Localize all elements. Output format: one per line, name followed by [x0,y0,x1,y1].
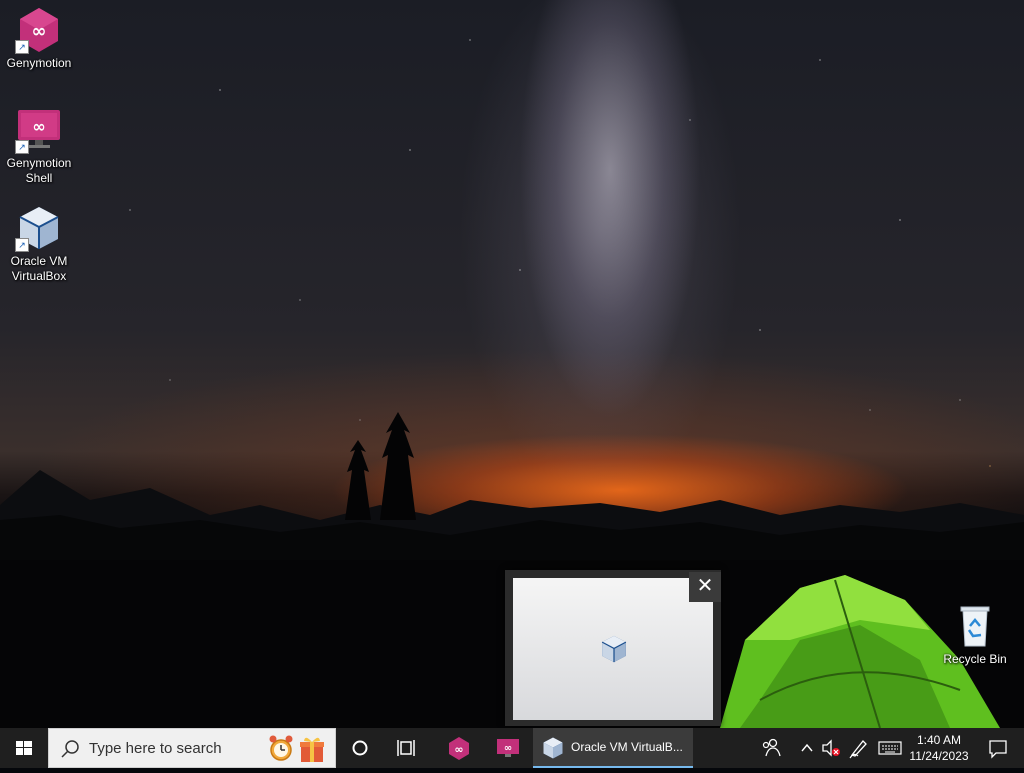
virtualbox-icon: ↗ [15,204,63,252]
people-button[interactable] [756,728,786,768]
taskbar-window-label: Oracle VM VirtualB... [571,740,683,754]
task-view-button[interactable] [384,728,432,768]
touch-keyboard-button[interactable] [876,728,904,768]
desktop-icon-label-line2: Shell [25,171,53,185]
close-icon: ✕ [696,575,714,597]
svg-text:∞: ∞ [32,117,45,136]
shortcut-arrow-icon: ↗ [15,140,29,154]
search-icon [61,740,79,758]
taskbar-genymotion-shell[interactable]: ∞ [484,728,532,768]
keyboard-icon [878,741,902,755]
desktop-icon-recycle-bin[interactable]: Recycle Bin [937,602,1013,667]
genymotion-shell-icon: ∞ ↗ [15,106,63,154]
taskbar-clock[interactable]: 1:40 AM 11/24/2023 [904,732,974,764]
genymotion-shell-icon: ∞ [497,739,519,757]
shortcut-arrow-icon: ↗ [15,40,29,54]
cortana-button[interactable] [336,728,384,768]
taskbar-virtualbox-window[interactable]: Oracle VM VirtualB... [533,728,693,768]
window-thumbnail[interactable] [513,578,713,720]
show-hidden-icons-button[interactable] [795,728,819,768]
taskbar-search-box[interactable]: Type here to search [48,728,336,768]
desktop-icon-label: Recycle Bin [943,652,1007,666]
taskbar: Type here to search ∞ ∞ Oracle VM Virtua… [0,728,1024,768]
people-icon [762,738,781,757]
recycle-bin-icon [951,602,999,650]
alarm-clock-icon [269,735,293,761]
clock-time: 1:40 AM [916,733,962,747]
svg-text:∞: ∞ [454,743,463,756]
genymotion-icon: ∞ ↗ [15,6,63,54]
desktop-icon-label: Genymotion [6,56,72,70]
preview-close-button[interactable]: ✕ [689,572,721,602]
pen-icon [849,740,867,759]
desktop-icon-label-line1: Genymotion [6,156,72,170]
desktop-icon-genymotion-shell[interactable]: ∞ ↗ Genymotion Shell [1,106,77,186]
desktop-icon-oracle-vm-virtualbox[interactable]: ↗ Oracle VM VirtualBox [1,204,77,284]
svg-text:∞: ∞ [32,21,47,42]
clock-date: 11/24/2023 [909,749,969,763]
desktop-icon-genymotion[interactable]: ∞ ↗ Genymotion [1,6,77,71]
svg-text:∞: ∞ [504,743,512,754]
shortcut-arrow-icon: ↗ [15,238,29,252]
action-center-button[interactable] [978,728,1018,768]
search-placeholder: Type here to search [89,740,222,757]
genymotion-icon: ∞ [449,737,469,760]
task-view-icon [397,740,415,756]
taskbar-thumbnail-preview[interactable]: ✕ [505,570,721,726]
volume-muted-icon [822,739,840,757]
windows-logo-icon [16,741,32,755]
virtualbox-icon [601,635,627,663]
desktop-icon-label-line2: VirtualBox [11,269,67,283]
pen-workspace-button[interactable] [846,728,870,768]
taskbar-genymotion[interactable]: ∞ [435,728,483,768]
volume-button[interactable] [819,728,843,768]
notification-icon [989,740,1007,759]
chevron-up-icon [801,743,813,752]
gift-icon [300,737,324,762]
virtualbox-icon [543,737,563,759]
cortana-icon [352,740,368,756]
desktop-icon-label-line1: Oracle VM [10,254,68,268]
start-button[interactable] [0,728,48,768]
